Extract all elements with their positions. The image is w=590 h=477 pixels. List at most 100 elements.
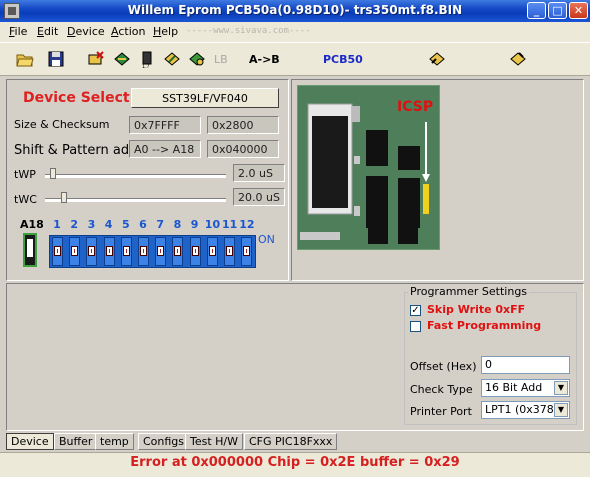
checkmark-icon: ✓ xyxy=(411,305,420,316)
verify-chip-icon[interactable]: 1.? xyxy=(139,50,157,68)
tab-cfg-pic18[interactable]: CFG PIC18Fxxx xyxy=(244,433,338,450)
icsp-label: ICSP xyxy=(397,99,434,115)
dip-knob xyxy=(174,246,182,256)
dip-switch-9[interactable] xyxy=(189,237,201,266)
dip-number-4: 4 xyxy=(104,218,113,231)
skip-write-label[interactable]: Skip Write 0xFF xyxy=(427,303,525,316)
dip-knob xyxy=(54,246,61,256)
dip-knob xyxy=(140,246,147,256)
chevron-down-icon[interactable]: ▼ xyxy=(554,381,568,395)
dip-switch-1[interactable] xyxy=(52,237,63,266)
check-type-label: Check Type xyxy=(410,383,473,396)
a18-switch[interactable] xyxy=(23,233,37,267)
pattern-field: 0x040000 xyxy=(207,140,279,158)
twc-slider[interactable] xyxy=(45,198,226,202)
menu-help[interactable]: Help xyxy=(153,25,178,38)
a-to-b-button[interactable]: A->B xyxy=(249,53,280,66)
check-type-value: 16 Bit Add xyxy=(485,381,543,394)
twc-label: tWC xyxy=(14,193,37,206)
twp-label: tWP xyxy=(14,168,36,181)
tab-device[interactable]: Device xyxy=(6,433,54,450)
read-chip-icon[interactable] xyxy=(113,50,131,68)
chevron-down-icon[interactable]: ▼ xyxy=(554,403,568,417)
dip-knob xyxy=(208,246,216,256)
dip-switch-4[interactable] xyxy=(103,237,115,266)
twc-value: 20.0 uS xyxy=(233,188,285,206)
dip-number-10: 10 xyxy=(204,218,221,231)
dip-on-label: ON xyxy=(258,233,275,246)
shift-field: A0 --> A18 xyxy=(129,140,201,158)
dip-number-2: 2 xyxy=(70,218,79,231)
offset-label: Offset (Hex) xyxy=(410,360,477,373)
dip-number-5: 5 xyxy=(121,218,130,231)
dip-switch-2[interactable] xyxy=(69,237,81,266)
twp-slider-thumb[interactable] xyxy=(50,168,56,179)
twp-value: 2.0 uS xyxy=(233,164,285,182)
menu-file[interactable]: File xyxy=(9,25,27,38)
twc-slider-thumb[interactable] xyxy=(61,192,67,203)
lock-chip-icon[interactable] xyxy=(509,50,527,68)
dip-switch-5[interactable] xyxy=(120,237,132,266)
close-button[interactable]: ✕ xyxy=(569,2,588,19)
menu-watermark: -----www.sivava.com---- xyxy=(186,26,311,36)
status-message: Error at 0x000000 Chip = 0x2E buffer = 0… xyxy=(130,455,460,470)
config-chip-icon[interactable] xyxy=(428,50,446,68)
save-disk-icon[interactable] xyxy=(47,50,65,68)
skip-write-checkbox[interactable]: ✓ xyxy=(410,305,421,316)
size-checksum-label: Size & Checksum xyxy=(14,118,110,131)
open-folder-icon[interactable] xyxy=(16,50,34,68)
window-title: Willem Eprom PCB50a(0.98D10)- trs350mt.f… xyxy=(127,3,463,17)
auto-program-icon[interactable] xyxy=(188,50,206,68)
dip-switch-6[interactable] xyxy=(138,237,149,266)
dip-number-12: 12 xyxy=(239,218,255,231)
menu-action[interactable]: Action xyxy=(111,25,145,38)
checksum-field: 0x2800 xyxy=(207,116,279,134)
dip-switch-7[interactable] xyxy=(155,237,167,266)
maximize-button[interactable]: □ xyxy=(548,2,567,19)
device-select-label: Device Select xyxy=(23,90,130,106)
dip-number-8: 8 xyxy=(173,218,182,231)
tab-temp[interactable]: temp xyxy=(95,433,134,450)
printer-port-label: Printer Port xyxy=(410,405,472,418)
minimize-button[interactable]: _ xyxy=(527,2,546,19)
dip-knob xyxy=(191,246,199,256)
tab-buffer[interactable]: Buffer xyxy=(54,433,98,450)
dip-knob xyxy=(243,246,251,256)
device-select-button[interactable]: SST39LF/VF040 xyxy=(131,88,279,108)
dip-number-6: 6 xyxy=(139,218,147,231)
menu-device[interactable]: Device xyxy=(67,25,105,38)
dip-knob xyxy=(71,246,79,256)
twp-slider[interactable] xyxy=(45,174,226,178)
dip-number-3: 3 xyxy=(87,218,96,231)
dip-knob xyxy=(88,246,96,256)
dip-knob xyxy=(122,246,130,256)
dip-knob xyxy=(105,246,113,256)
program-chip-icon[interactable] xyxy=(163,50,181,68)
fast-programming-checkbox[interactable] xyxy=(410,321,421,332)
a18-label: A18 xyxy=(20,218,44,231)
dip-knob xyxy=(157,246,165,256)
erase-chip-icon[interactable] xyxy=(87,50,105,68)
pcb50-button[interactable]: PCB50 xyxy=(323,53,363,66)
programmer-settings-legend: Programmer Settings xyxy=(408,285,530,298)
tab-configs[interactable]: Configs xyxy=(138,433,190,450)
printer-port-value: LPT1 (0x378) xyxy=(485,403,559,416)
dip-knob xyxy=(226,246,233,256)
dip-switch-8[interactable] xyxy=(172,237,184,266)
size-field: 0x7FFFF xyxy=(129,116,201,134)
shift-pattern-label: Shift & Pattern adr xyxy=(14,143,135,158)
dip-number-7: 7 xyxy=(156,218,165,231)
dip-switch-3[interactable] xyxy=(86,237,98,266)
dip-number-9: 9 xyxy=(190,218,199,231)
dip-switch-10[interactable] xyxy=(206,237,218,266)
dip-switch-11[interactable] xyxy=(224,237,235,266)
fast-programming-label[interactable]: Fast Programming xyxy=(427,319,541,332)
svg-text:1.?: 1.? xyxy=(142,64,150,68)
lb-button[interactable]: LB xyxy=(214,53,228,66)
dip-switch-12[interactable] xyxy=(241,237,253,266)
offset-input[interactable]: 0 xyxy=(481,356,570,374)
dip-number-11: 11 xyxy=(222,218,238,231)
dip-number-1: 1 xyxy=(53,218,61,231)
tab-test-hw[interactable]: Test H/W xyxy=(185,433,244,450)
menu-edit[interactable]: Edit xyxy=(37,25,58,38)
